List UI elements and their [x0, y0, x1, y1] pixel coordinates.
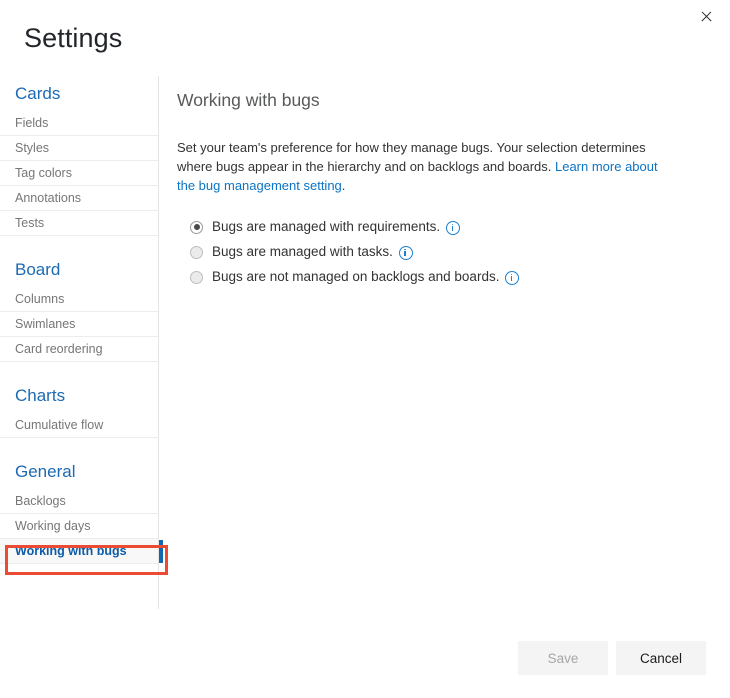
radio-option-label: Bugs are managed with requirements.	[212, 217, 440, 237]
sidebar-item-label: Annotations	[15, 191, 81, 205]
radio-option-2[interactable]: Bugs are not managed on backlogs and boa…	[190, 266, 687, 288]
sidebar-item-fields[interactable]: Fields	[0, 111, 158, 136]
sidebar-item-label: Swimlanes	[15, 317, 75, 331]
info-icon[interactable]	[505, 271, 519, 285]
sidebar-group-header: Board	[0, 252, 158, 287]
info-icon[interactable]	[446, 221, 460, 235]
content-description: Set your team's preference for how they …	[177, 138, 672, 195]
sidebar-item-styles[interactable]: Styles	[0, 136, 158, 161]
page-title: Settings	[24, 22, 122, 54]
radio-option-label: Bugs are not managed on backlogs and boa…	[212, 267, 499, 287]
sidebar-group-header: Cards	[0, 76, 158, 111]
radio-button-2[interactable]	[190, 271, 203, 284]
main-content: Working with bugs Set your team's prefer…	[177, 88, 687, 291]
sidebar-item-label: Backlogs	[15, 494, 66, 508]
sidebar-item-tests[interactable]: Tests	[0, 211, 158, 236]
sidebar-item-label: Tests	[15, 216, 44, 230]
sidebar-group-charts: Charts Cumulative flow	[0, 378, 158, 438]
settings-dialog: Settings Cards Fields Styles Tag colors Anno…	[0, 0, 730, 698]
radio-option-label: Bugs are managed with tasks.	[212, 242, 393, 262]
settings-sidebar: Cards Fields Styles Tag colors Annotations Te…	[0, 76, 159, 609]
dialog-footer: Save Cancel	[0, 641, 730, 677]
sidebar-group-header: General	[0, 454, 158, 489]
sidebar-item-card-reordering[interactable]: Card reordering	[0, 337, 158, 362]
radio-button-1[interactable]	[190, 246, 203, 259]
sidebar-item-backlogs[interactable]: Backlogs	[0, 489, 158, 514]
radio-option-1[interactable]: Bugs are managed with tasks.	[190, 241, 687, 263]
info-icon[interactable]	[399, 246, 413, 260]
sidebar-item-swimlanes[interactable]: Swimlanes	[0, 312, 158, 337]
sidebar-item-working-days[interactable]: Working days	[0, 514, 158, 539]
radio-button-0[interactable]	[190, 221, 203, 234]
sidebar-item-working-with-bugs[interactable]: Working with bugs	[0, 539, 158, 564]
description-text-part2: .	[342, 178, 346, 193]
close-x-glyph	[700, 10, 713, 23]
sidebar-item-label: Card reordering	[15, 342, 103, 356]
sidebar-group-general: General Backlogs Working days Working with …	[0, 454, 158, 564]
bug-management-radio-group: Bugs are managed with requirements. Bugs …	[190, 216, 687, 288]
cancel-button[interactable]: Cancel	[616, 641, 706, 675]
sidebar-item-label: Styles	[15, 141, 49, 155]
sidebar-group-spacer	[0, 236, 158, 252]
sidebar-item-label: Working with bugs	[15, 544, 127, 558]
sidebar-item-columns[interactable]: Columns	[0, 287, 158, 312]
close-icon[interactable]	[693, 4, 719, 28]
sidebar-item-label: Fields	[15, 116, 48, 130]
sidebar-item-tag-colors[interactable]: Tag colors	[0, 161, 158, 186]
sidebar-group-cards: Cards Fields Styles Tag colors Annotations Te…	[0, 76, 158, 236]
sidebar-group-header: Charts	[0, 378, 158, 413]
sidebar-group-spacer	[0, 362, 158, 378]
sidebar-item-label: Working days	[15, 519, 91, 533]
sidebar-item-label: Columns	[15, 292, 64, 306]
sidebar-item-annotations[interactable]: Annotations	[0, 186, 158, 211]
content-heading: Working with bugs	[177, 88, 687, 112]
save-button[interactable]: Save	[518, 641, 608, 675]
sidebar-group-board: Board Columns Swimlanes Card reordering	[0, 252, 158, 362]
sidebar-item-cumulative-flow[interactable]: Cumulative flow	[0, 413, 158, 438]
sidebar-item-label: Tag colors	[15, 166, 72, 180]
selection-indicator-bar	[159, 540, 163, 563]
radio-option-0[interactable]: Bugs are managed with requirements.	[190, 216, 687, 238]
sidebar-item-label: Cumulative flow	[15, 418, 103, 432]
sidebar-group-spacer	[0, 438, 158, 454]
